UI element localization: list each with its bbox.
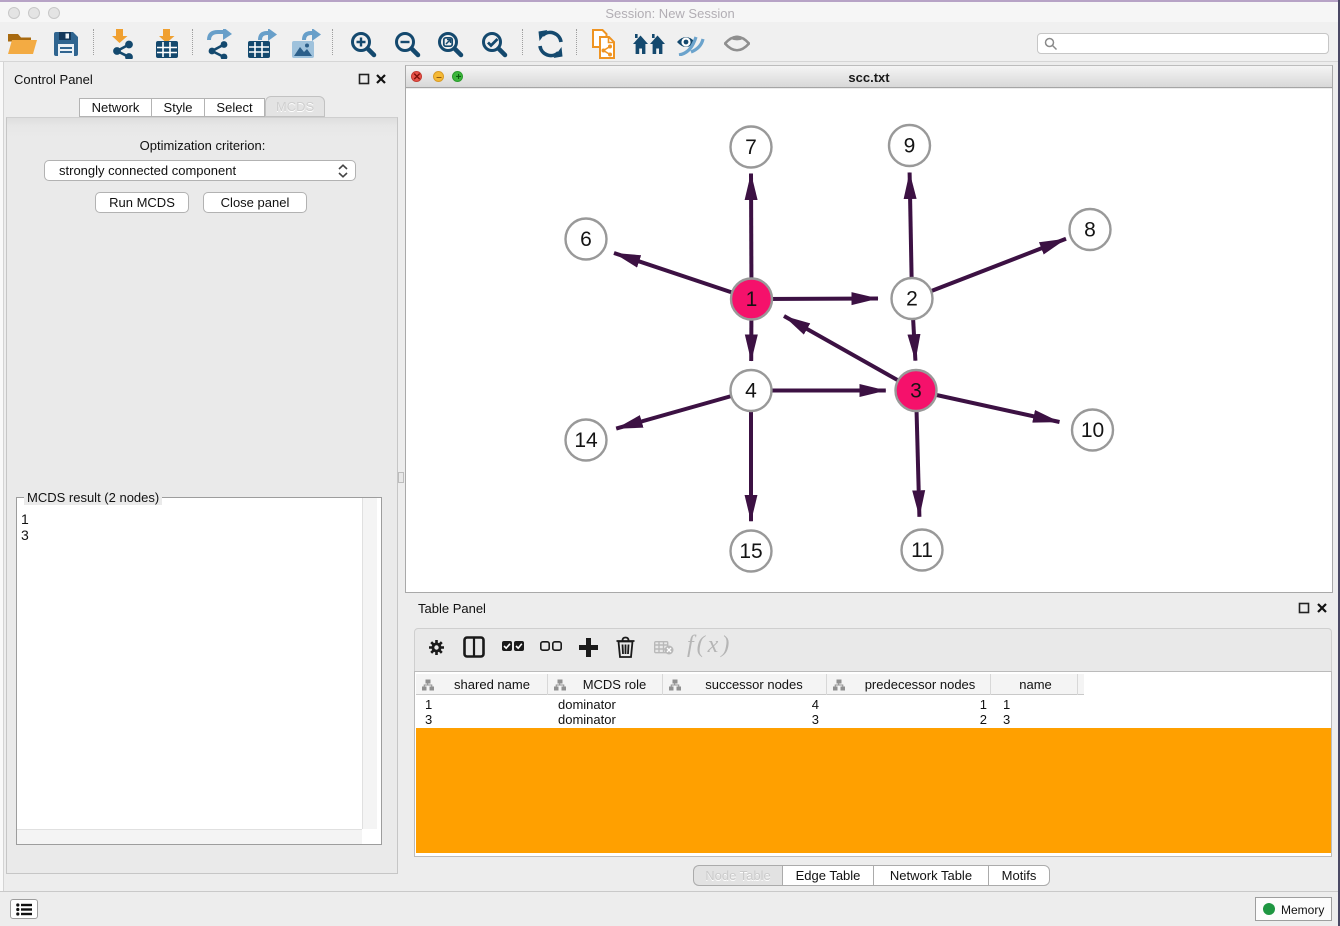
svg-text:4: 4: [745, 380, 757, 403]
svg-text:9: 9: [904, 135, 916, 158]
svg-text:15: 15: [739, 540, 762, 563]
svg-text:1: 1: [746, 288, 758, 311]
svg-text:6: 6: [580, 228, 592, 251]
svg-text:3: 3: [910, 380, 922, 403]
svg-text:8: 8: [1084, 219, 1096, 242]
svg-text:10: 10: [1081, 419, 1104, 442]
svg-text:7: 7: [745, 136, 757, 159]
svg-text:2: 2: [906, 288, 918, 311]
svg-text:14: 14: [574, 429, 598, 452]
svg-text:11: 11: [911, 539, 933, 562]
